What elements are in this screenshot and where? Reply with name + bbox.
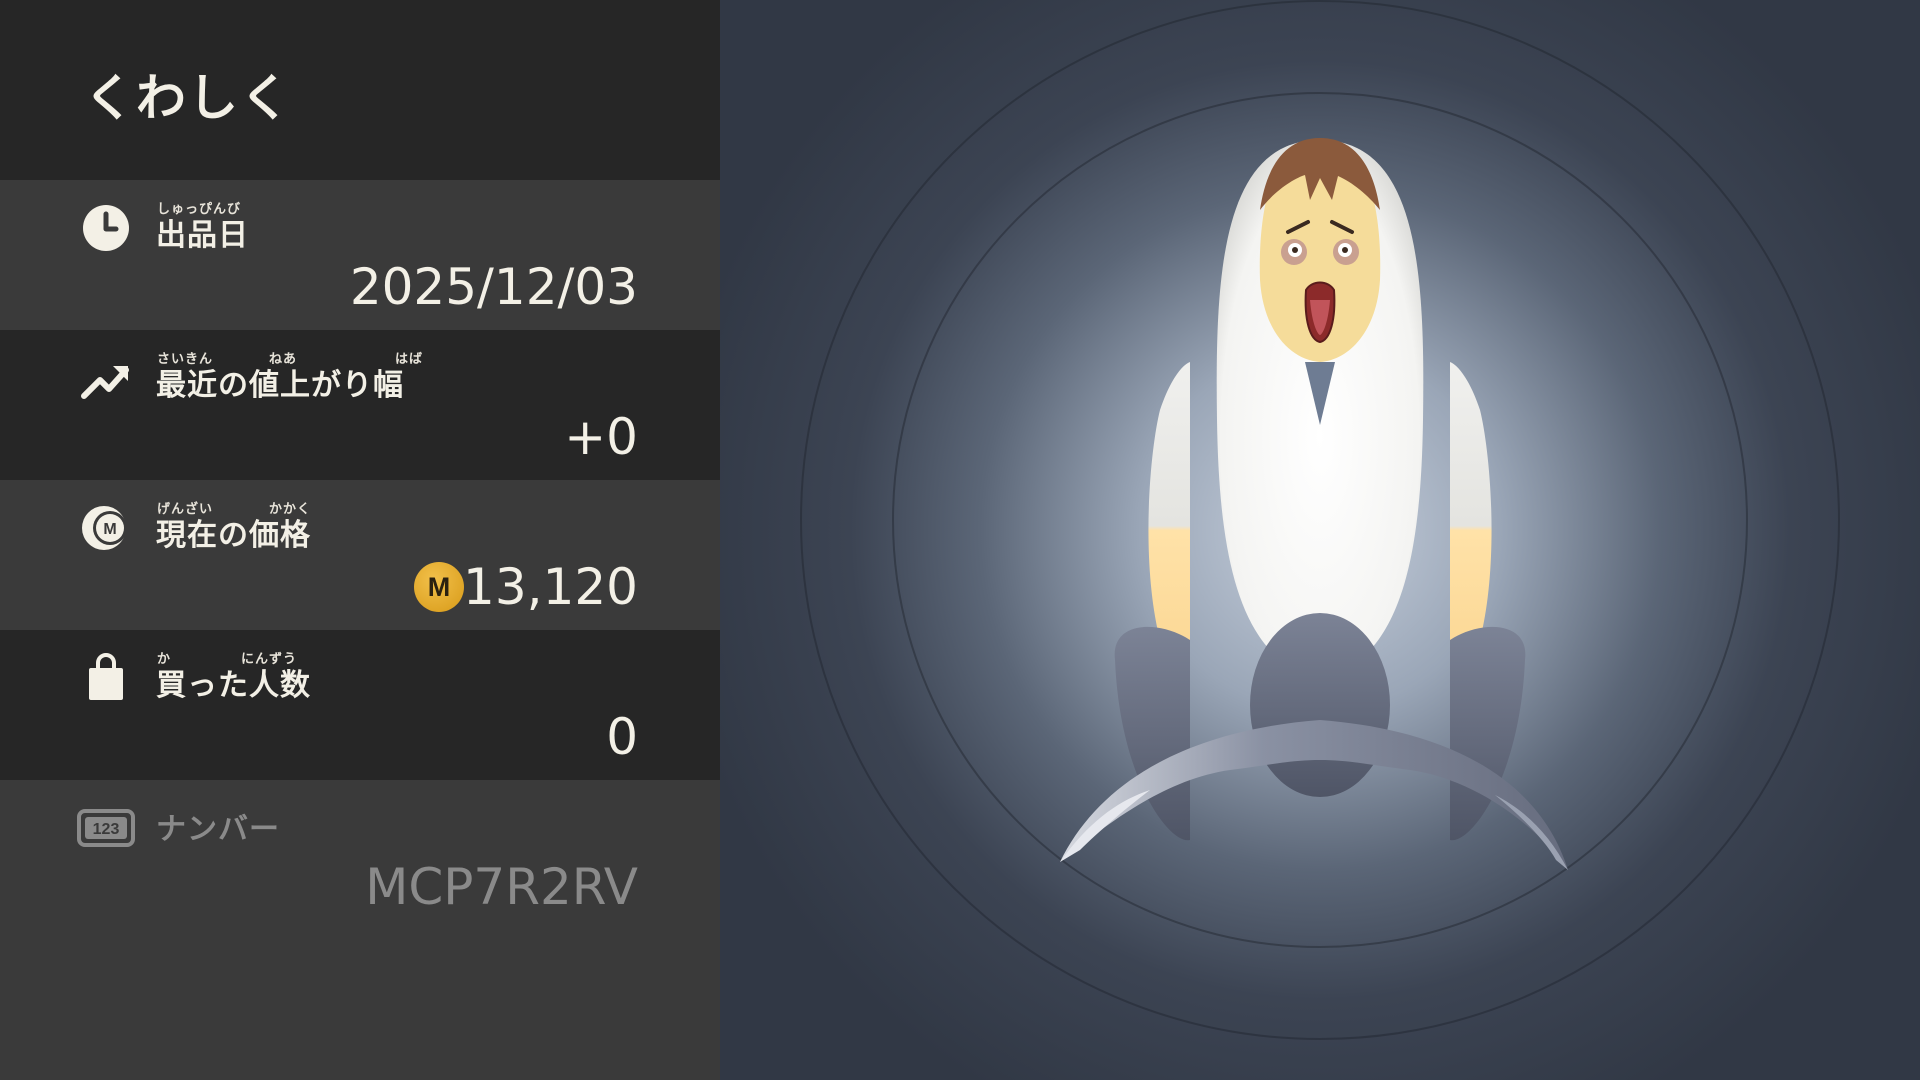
detail-panel: くわしく しゅっぴんび 出品日 2025/12/03 さいきん ねあ はば 最近… (0, 0, 720, 1080)
coin-icon: M (414, 562, 464, 612)
buyers-value: 0 (606, 708, 638, 766)
face (1259, 138, 1381, 362)
rocket-character (1060, 138, 1568, 870)
item-number-row: 123 ナンバー MCP7R2RV (0, 780, 720, 930)
item-preview (720, 0, 1920, 1080)
item-detail-screen: くわしく しゅっぴんび 出品日 2025/12/03 さいきん ねあ はば 最近… (0, 0, 1920, 1080)
price-rise-value: +0 (564, 408, 638, 466)
price-rise-row: さいきん ねあ はば 最近の値上がり幅 +0 (0, 330, 720, 480)
current-price-label: 現在の価格 (156, 518, 311, 553)
panel-header: くわしく (0, 0, 720, 180)
buyers-label: 買った人数 (156, 668, 311, 703)
shopping-bag-icon (89, 653, 123, 700)
item-number-value: MCP7R2RV (365, 858, 638, 916)
page-title: くわしく (84, 69, 292, 127)
listing-date-value: 2025/12/03 (349, 258, 638, 316)
lower-pod (1250, 613, 1390, 797)
number-badge-icon: 123 (77, 809, 135, 847)
svg-text:123: 123 (93, 821, 120, 838)
price-rise-label: 最近の値上がり幅 (156, 368, 404, 403)
current-price-row: M げんざい かかく 現在の価格 M 13,120 (0, 480, 720, 630)
trend-up-icon (81, 366, 129, 399)
listing-date-row: しゅっぴんび 出品日 2025/12/03 (0, 180, 720, 330)
buyers-row: か にんずう 買った人数 0 (0, 630, 720, 780)
current-price-value: 13,120 (463, 558, 638, 616)
item-number-label: ナンバー (156, 812, 280, 847)
svg-text:M: M (103, 521, 116, 538)
listing-date-label: 出品日 (156, 218, 249, 253)
m-coin-icon: M (82, 506, 127, 550)
clock-icon (83, 205, 129, 251)
